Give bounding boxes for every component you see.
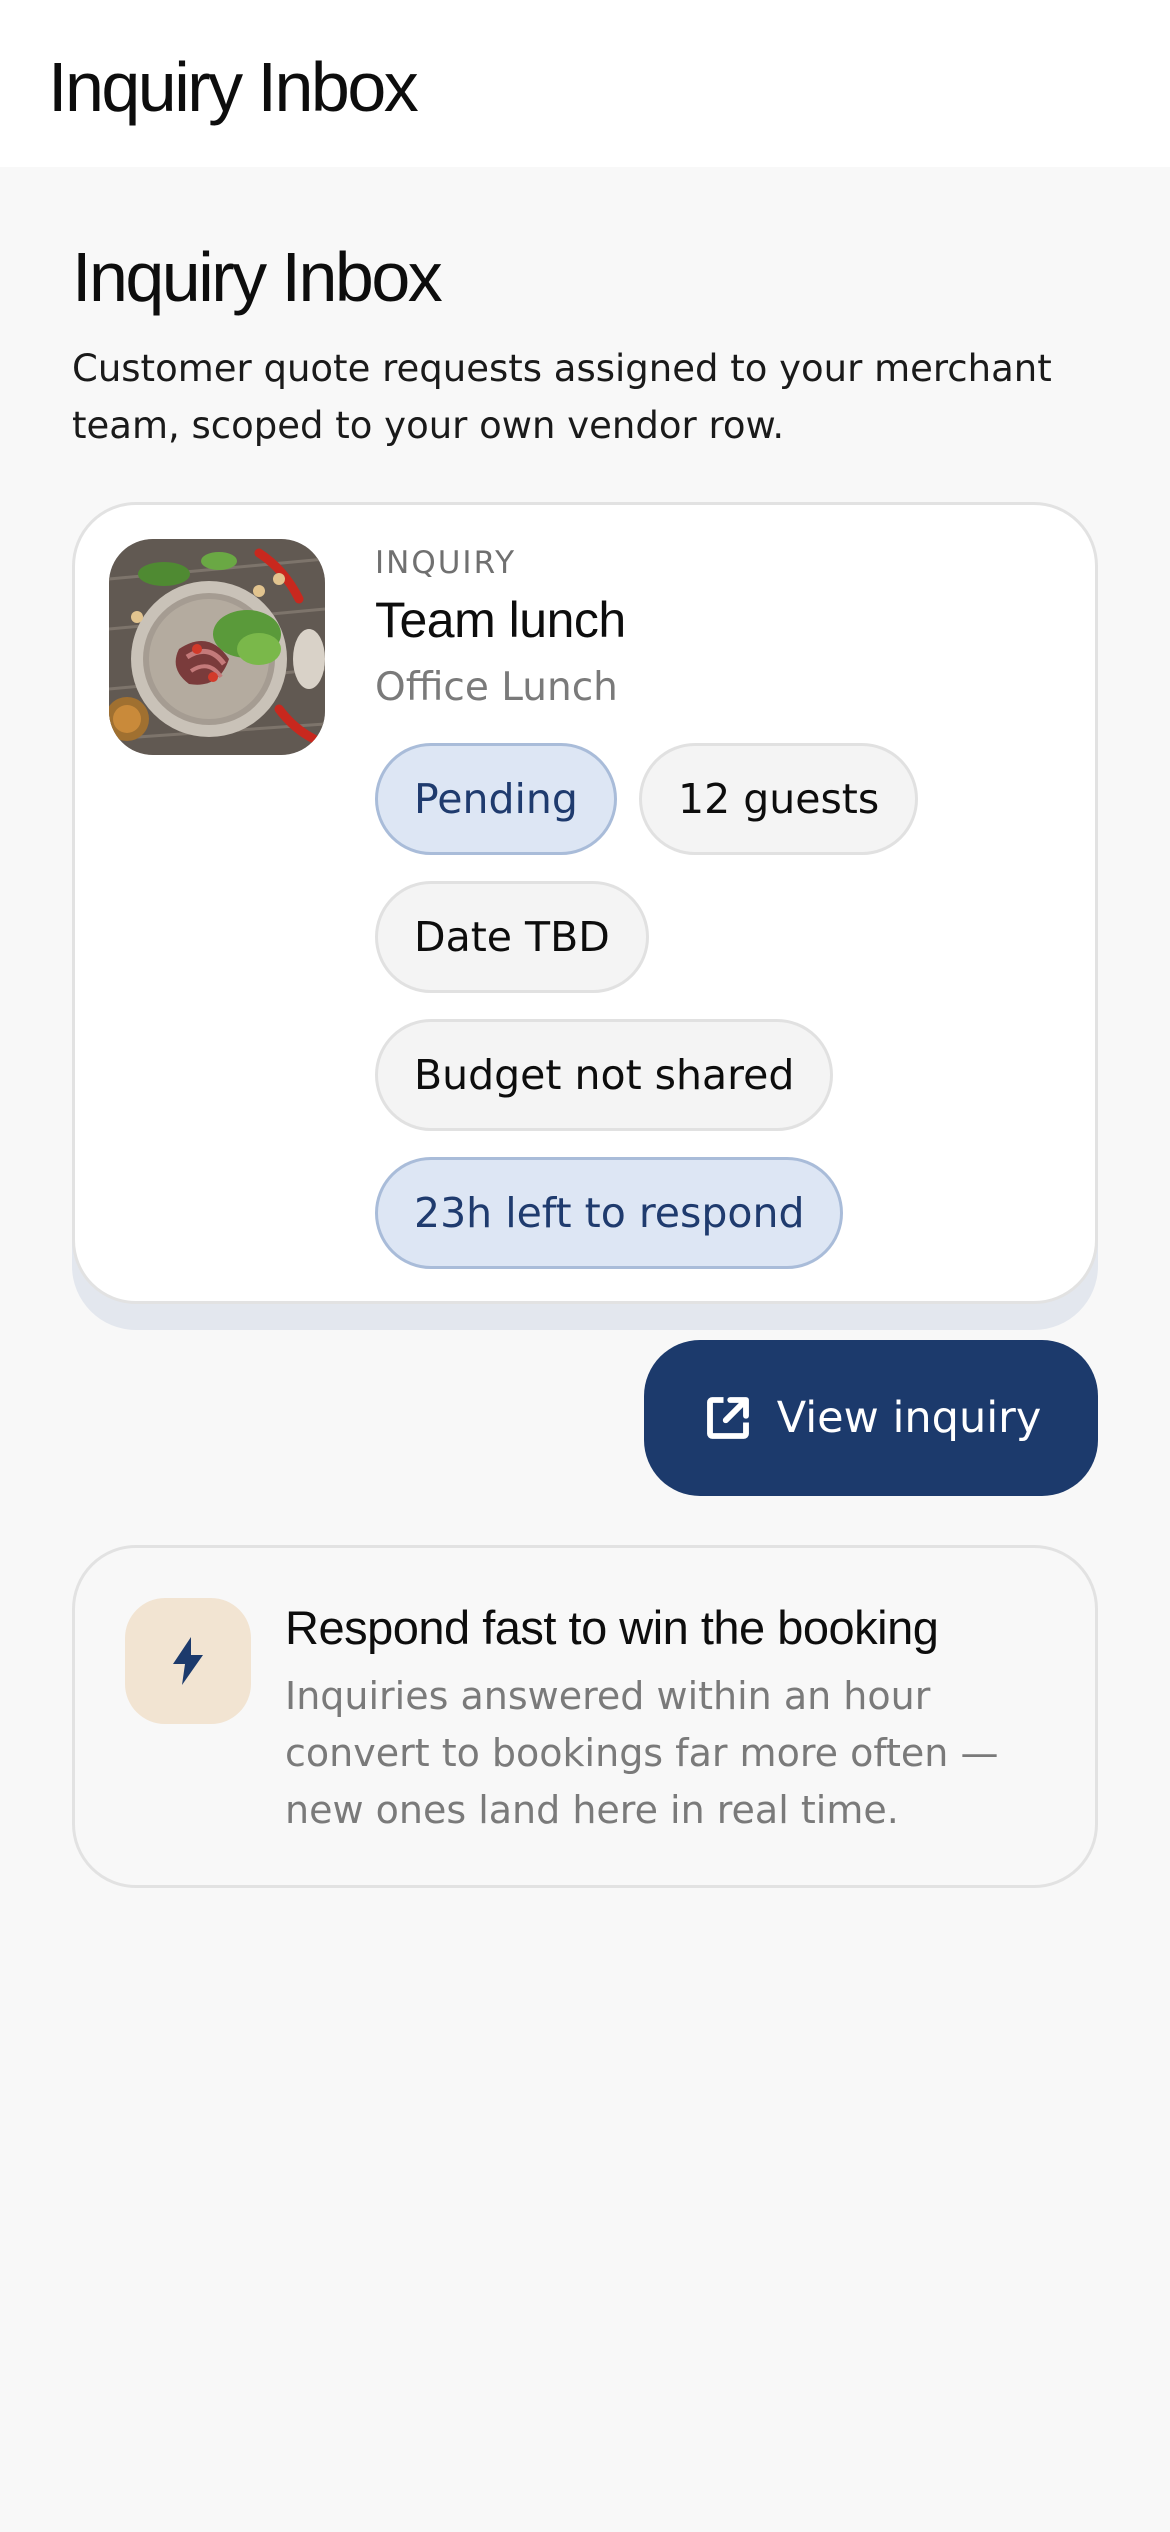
food-plate-image	[109, 539, 325, 755]
inquiry-eyebrow: INQUIRY	[375, 545, 517, 581]
inquiry-card[interactable]: INQUIRY Team lunch Office Lunch Pending …	[72, 502, 1098, 1304]
tip-body: Inquiries answered within an hour conver…	[285, 1674, 999, 1832]
top-app-bar: Inquiry Inbox	[0, 0, 1170, 167]
tip-icon-badge	[125, 1598, 251, 1724]
tip-title: Respond fast to win the booking	[285, 1601, 939, 1654]
app-bar-title: Inquiry Inbox	[48, 48, 419, 126]
view-inquiry-label: View inquiry	[776, 1393, 1042, 1443]
open-external-icon	[706, 1397, 749, 1439]
date-chip: Date TBD	[375, 881, 649, 993]
inquiry-thumbnail	[109, 539, 325, 755]
page-description: Customer quote requests assigned to your…	[72, 347, 1052, 447]
tip-card: Respond fast to win the booking Inquirie…	[72, 1545, 1098, 1888]
inquiry-title: Team lunch	[375, 592, 626, 648]
page-title: Inquiry Inbox	[72, 238, 443, 316]
lightning-icon	[173, 1637, 203, 1685]
inquiry-event-type: Office Lunch	[375, 665, 618, 710]
view-inquiry-button[interactable]: View inquiry	[644, 1340, 1098, 1496]
guests-chip: 12 guests	[639, 743, 919, 855]
deadline-chip: 23h left to respond	[375, 1157, 844, 1269]
status-chip: Pending	[375, 743, 617, 855]
budget-chip: Budget not shared	[375, 1019, 834, 1131]
